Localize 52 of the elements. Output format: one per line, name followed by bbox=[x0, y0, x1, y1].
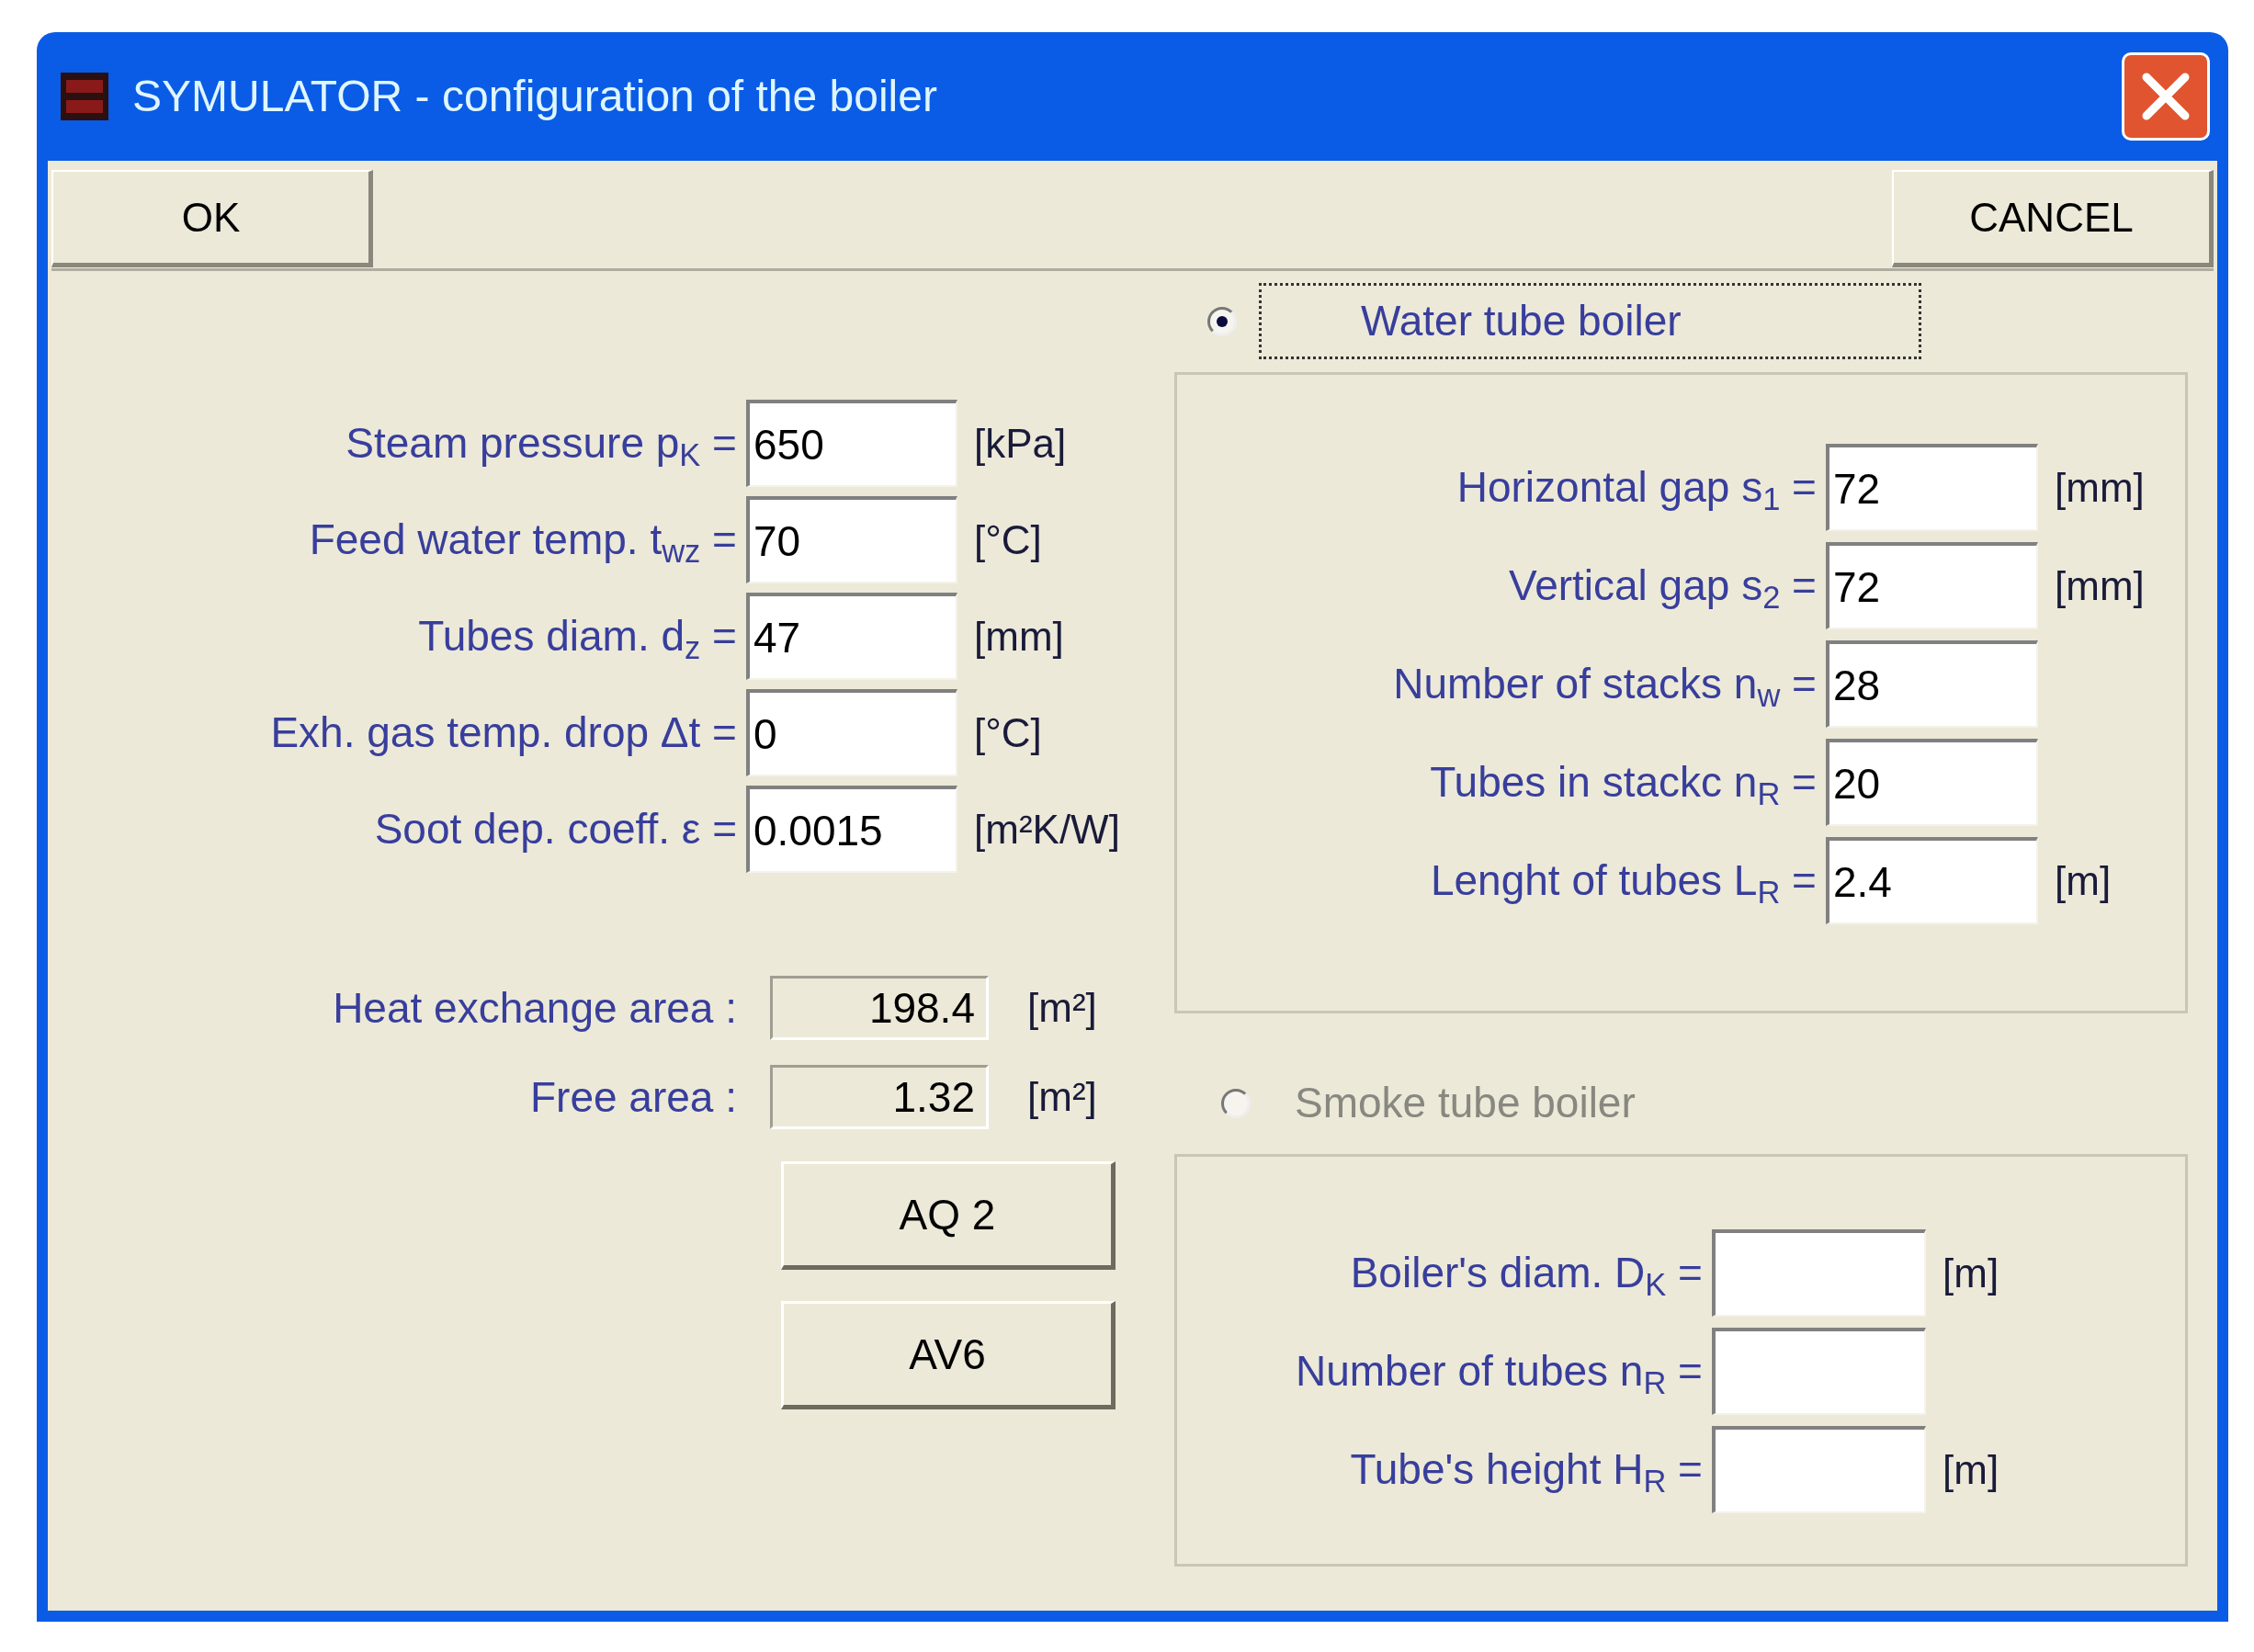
input-field[interactable]: 47 bbox=[746, 593, 957, 680]
field-label: Exh. gas temp. drop Δt = bbox=[269, 707, 737, 758]
unit-label: [m²] bbox=[1027, 1073, 1097, 1121]
field-label: Tube's height H$_{R}$ = bbox=[1349, 1444, 1703, 1500]
result-value: 198.4 bbox=[770, 976, 989, 1040]
input-field[interactable] bbox=[1712, 1328, 1926, 1415]
field-label: Horizontal gap s$_{1}$ = bbox=[1455, 462, 1817, 518]
unit-label: [°C] bbox=[974, 708, 1042, 757]
input-field[interactable]: 650 bbox=[746, 400, 957, 487]
toolbar-button[interactable]: OK bbox=[51, 170, 373, 267]
result-label: Free area : bbox=[529, 1071, 737, 1123]
field-label: Soot dep. coeff. ε = bbox=[373, 804, 737, 854]
window-title: SYMULATOR - configuration of the boiler bbox=[132, 71, 937, 122]
field-label: Vertical gap s$_{2}$ = bbox=[1508, 560, 1817, 617]
field-label: Number of tubes n$_{R}$ = bbox=[1295, 1346, 1703, 1402]
unit-label: [m²] bbox=[1027, 984, 1097, 1032]
input-field[interactable]: 72 bbox=[1826, 444, 2038, 531]
input-field[interactable]: 72 bbox=[1826, 542, 2038, 629]
input-field[interactable]: 28 bbox=[1826, 640, 2038, 728]
input-field[interactable]: 0.0015 bbox=[746, 786, 957, 873]
input-field[interactable]: 70 bbox=[746, 496, 957, 583]
unit-label: [m] bbox=[1943, 1445, 1999, 1494]
toolbar-button[interactable]: CANCEL bbox=[1892, 170, 2214, 267]
field-label: Feed water temp. t$_{wz}$ = bbox=[308, 515, 737, 571]
input-field[interactable]: 2.4 bbox=[1826, 837, 2038, 924]
input-field[interactable]: 0 bbox=[746, 689, 957, 776]
unit-label: [mm] bbox=[2055, 561, 2145, 610]
action-button[interactable]: AQ 2 bbox=[781, 1161, 1116, 1270]
field-label: Boiler's diam. D$_{K}$ = bbox=[1349, 1248, 1703, 1304]
unit-label: [m] bbox=[1943, 1249, 1999, 1297]
unit-label: [m] bbox=[2055, 856, 2112, 905]
option-label[interactable]: Water tube boiler bbox=[1259, 283, 1921, 359]
action-button[interactable]: AV6 bbox=[781, 1301, 1116, 1409]
result-label: Heat exchange area : bbox=[332, 982, 737, 1034]
unit-label: [mm] bbox=[974, 612, 1064, 661]
unit-label: [°C] bbox=[974, 515, 1042, 564]
field-label: Tubes in stackc n$_{R}$ = bbox=[1429, 757, 1817, 813]
unit-label: [m²K/W] bbox=[974, 805, 1120, 854]
result-value: 1.32 bbox=[770, 1065, 989, 1129]
app-icon bbox=[61, 73, 108, 120]
field-label: Steam pressure p$_{K}$ = bbox=[345, 418, 737, 474]
close-button[interactable] bbox=[2122, 52, 2210, 141]
radio-button[interactable] bbox=[1207, 306, 1237, 336]
unit-label: [mm] bbox=[2055, 463, 2145, 512]
field-label: Tubes diam. d$_{z}$ = bbox=[417, 611, 737, 667]
input-field[interactable] bbox=[1712, 1426, 1926, 1513]
unit-label: [kPa] bbox=[974, 419, 1067, 468]
close-icon bbox=[2141, 72, 2191, 121]
field-label: Number of stacks n$_{w}$ = bbox=[1392, 659, 1817, 715]
field-label: Lenght of tubes L$_{R}$ = bbox=[1429, 855, 1817, 911]
input-field[interactable] bbox=[1712, 1229, 1926, 1317]
input-field[interactable]: 20 bbox=[1826, 739, 2038, 826]
